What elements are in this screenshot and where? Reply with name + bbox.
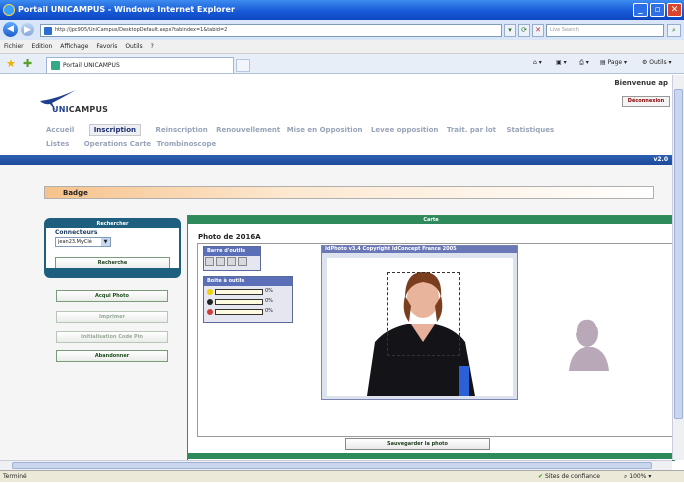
mirror-icon[interactable] [227,257,236,266]
scroll-thumb[interactable] [674,89,683,419]
abandonner-button[interactable]: Abandonner [56,350,168,362]
main-nav-row1: Accueil Inscription Reinscription Renouv… [46,124,566,136]
imprimer-button[interactable]: Imprimer [56,311,168,323]
favorites-star-icon[interactable]: ★ [6,57,16,70]
zoom-control[interactable]: ⌕ 100% ▾ [624,471,651,483]
minimize-button[interactable]: _ [633,3,648,17]
badge-section-header: Badge [44,186,654,199]
ie-logo-icon [3,4,15,16]
page-menu[interactable]: ▤ Page ▾ [600,59,627,66]
menu-help[interactable]: ? [151,43,154,50]
status-bar: Terminé ✔ Sites de confiance ⌕ 100% ▾ [0,470,684,482]
window-title-bar: Portail UNICAMPUS - Windows Internet Exp… [0,0,684,20]
photo-preview[interactable] [327,258,513,396]
maximize-button[interactable]: ▫ [650,3,665,17]
menu-edition[interactable]: Edition [32,43,53,50]
menu-favoris[interactable]: Favoris [96,43,117,50]
nav-inscription[interactable]: Inscription [88,124,141,136]
rotate-icon[interactable] [216,257,225,266]
tools-menu[interactable]: ⚙ Outils ▾ [642,59,672,66]
connecteurs-label: Connecteurs [55,229,98,236]
contrast-slider[interactable]: 0% [206,298,290,306]
version-label: v2.0 [653,156,668,163]
logo-text: UNICAMPUS [52,105,109,114]
toolbar-window-title: Barre d'outils [204,247,260,256]
print-icon[interactable]: ⎙ ▾ [579,59,589,67]
nav-operations-carte[interactable]: Operations Carte [84,140,151,148]
close-button[interactable]: ✕ [667,3,682,17]
dropdown-icon[interactable]: ▾ [504,24,516,37]
slider-track[interactable] [215,289,263,295]
zoom-icon: ⌕ [624,473,628,480]
zone-indicator[interactable]: ✔ Sites de confiance [538,471,600,483]
nav-levee-opposition[interactable]: Levee opposition [371,126,438,134]
nav-mise-opposition[interactable]: Mise en Opposition [287,126,363,134]
carte-header: Carte [188,216,674,224]
search-panel-footer [46,268,179,276]
status-text: Terminé [3,473,27,480]
page-favicon-icon [44,27,52,35]
logout-button[interactable]: Déconnexion [622,96,670,107]
slider-track[interactable] [215,309,263,315]
chevron-down-icon: ▼ [101,238,110,246]
idphoto-window: IdPhoto v3.4 Copyright IdConcept France … [321,245,518,400]
color-icon [207,309,213,315]
url-input[interactable]: http://jpc905/UniCampus/DesktopDefault.a… [40,24,502,37]
acqui-photo-button[interactable]: Acqui Photo [56,290,168,302]
new-tab-button[interactable] [236,59,250,72]
back-button[interactable]: ◀ [3,22,18,37]
feeds-icon[interactable]: ▣ ▾ [556,59,567,66]
horizontal-scrollbar[interactable] [0,460,672,470]
menu-bar: Fichier Edition Affichage Favoris Outils… [0,40,684,54]
search-panel: Rechercher Connecteurs jean23.MyClé ▼ Re… [44,218,181,278]
sun-icon [207,289,213,295]
save-photo-button[interactable]: Sauvegarder la photo [345,438,490,450]
welcome-text: Bienvenue ap [614,79,668,87]
main-nav-row2: Listes Operations Carte Trombinoscope [46,140,228,148]
init-code-pin-button[interactable]: Initialisation Code Pin [56,331,168,343]
refresh-icon[interactable]: ⟳ [518,24,530,37]
home-icon[interactable]: ⌂ ▾ [533,59,542,66]
version-bar: v2.0 [0,155,672,165]
nav-renouvellement[interactable]: Renouvellement [216,126,280,134]
connecteurs-select[interactable]: jean23.MyClé ▼ [55,237,111,247]
stop-icon[interactable]: ✕ [532,24,544,37]
window-title: Portail UNICAMPUS - Windows Internet Exp… [18,5,235,14]
add-favorite-icon[interactable]: ✚ [23,57,32,70]
search-icon[interactable]: ⌕ [667,24,681,37]
nav-trombinoscope[interactable]: Trombinoscope [157,140,217,148]
crop-icon[interactable] [205,257,214,266]
nav-listes[interactable]: Listes [46,140,69,148]
toolbox-window-title: Boite à outils [204,277,292,286]
toolbar-window: Barre d'outils [203,246,261,271]
menu-outils[interactable]: Outils [125,43,142,50]
nav-accueil[interactable]: Accueil [46,126,74,134]
tab-favicon-icon [51,61,60,70]
slider-track[interactable] [215,299,263,305]
vertical-scrollbar[interactable] [672,75,684,460]
idphoto-title: IdPhoto v3.4 Copyright IdConcept France … [322,246,517,253]
badge-silhouette [569,318,609,371]
forward-button[interactable]: ▶ [21,23,34,36]
search-input[interactable]: Live Search [546,24,664,37]
brightness-slider[interactable]: 0% [206,288,290,296]
nav-statistiques[interactable]: Statistiques [506,126,554,134]
crop-frame[interactable] [387,272,460,356]
toolbox-window: Boite à outils 0% 0% 0% [203,276,293,323]
tab-bar: ★ ✚ Portail UNICAMPUS ⌂ ▾ ▣ ▾ ⎙ ▾ ▤ Page… [0,54,684,74]
nav-trait-par-lot[interactable]: Trait. par lot [447,126,496,134]
search-panel-header: Rechercher [46,220,179,228]
tab-portail[interactable]: Portail UNICAMPUS [46,57,234,73]
menu-affichage[interactable]: Affichage [60,43,88,50]
nav-reinscription[interactable]: Reinscription [155,126,207,134]
adjust-icon[interactable] [238,257,247,266]
photo-title: Photo de 2016A [198,233,261,241]
scroll-thumb[interactable] [12,462,652,469]
contrast-icon [207,299,213,305]
menu-fichier[interactable]: Fichier [4,43,24,50]
carte-footer [188,453,674,459]
color-slider[interactable]: 0% [206,308,290,316]
check-icon: ✔ [538,473,544,480]
address-bar: ◀ ▶ http://jpc905/UniCampus/DesktopDefau… [0,20,684,40]
